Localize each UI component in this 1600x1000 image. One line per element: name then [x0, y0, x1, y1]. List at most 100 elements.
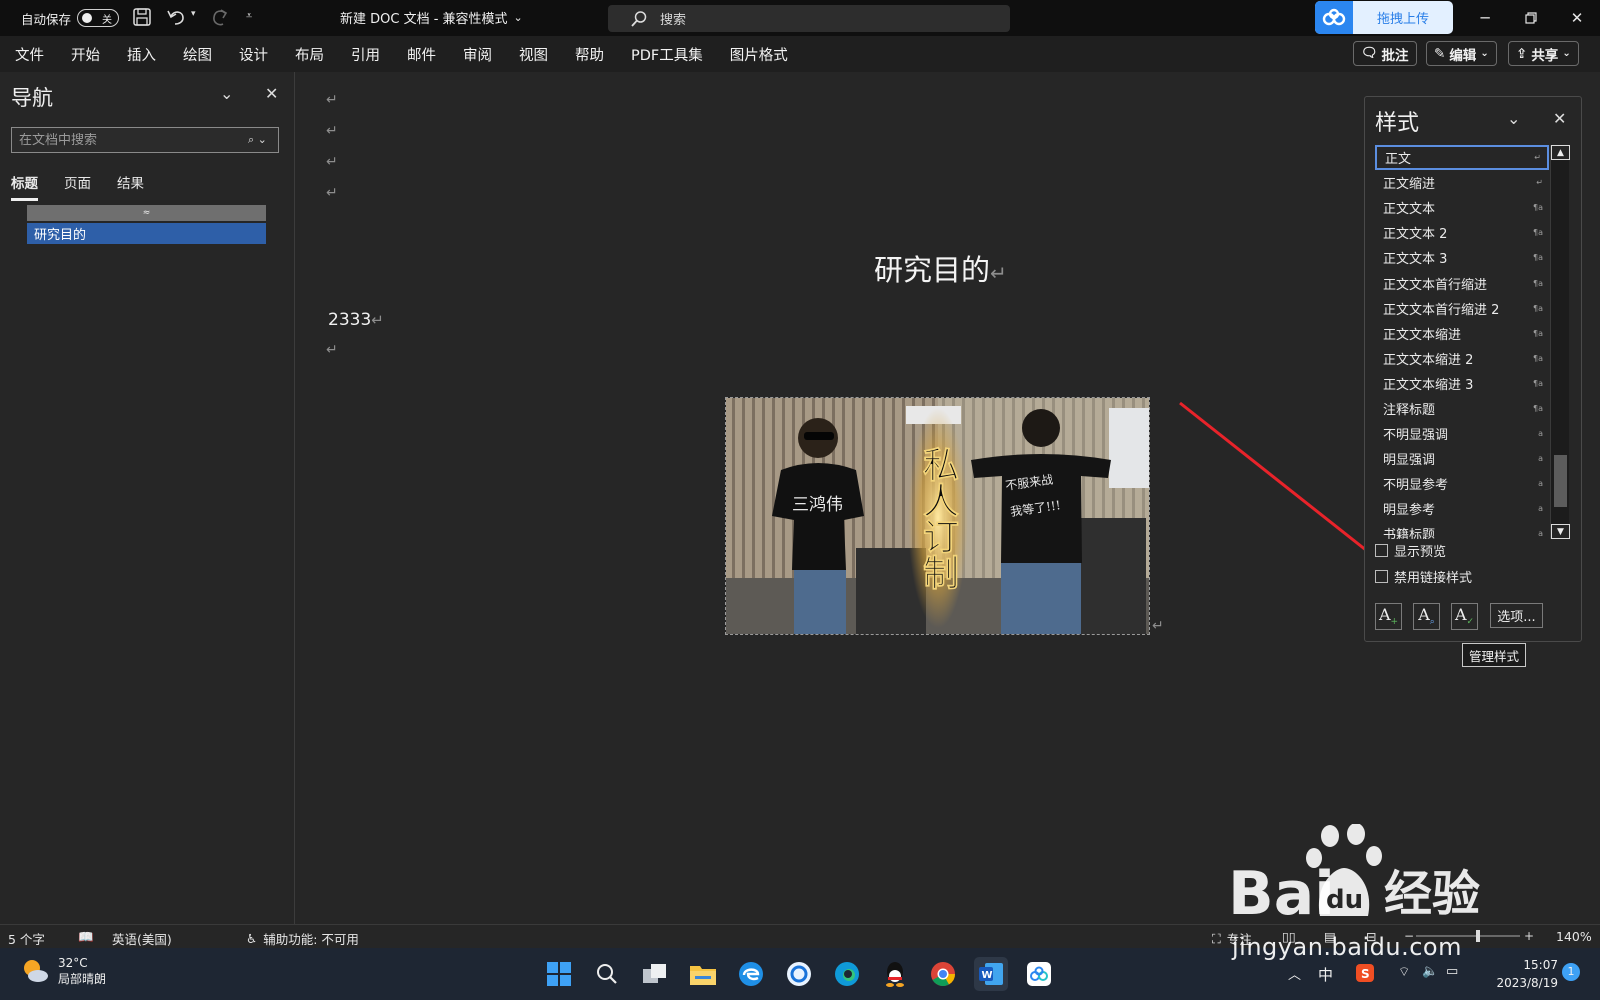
- style-type-icon: a: [1538, 504, 1543, 514]
- proofing-icon[interactable]: 📖: [78, 929, 94, 945]
- new-style-icon: A+: [1378, 605, 1399, 628]
- svg-text:S: S: [1361, 967, 1370, 981]
- focus-label: 专注: [1226, 932, 1252, 947]
- word-count[interactable]: 5 个字: [8, 929, 45, 948]
- new-style-button[interactable]: A+: [1375, 603, 1402, 630]
- options-button[interactable]: 选项...: [1490, 603, 1543, 628]
- styles-pane: 样式 ⌄ ✕ 正文 ↵ 正文缩进 ↵ 正文文本 ¶a 正文文本 2 ¶a 正文文本 3 ¶…: [1364, 96, 1582, 642]
- style-name: 正文缩进: [1383, 177, 1436, 193]
- style-item[interactable]: 正文文本缩进 2 ¶a: [1375, 346, 1549, 371]
- svg-text:+: +: [1524, 929, 1534, 943]
- style-item[interactable]: 正文文本缩进 ¶a: [1375, 321, 1549, 346]
- checkbox-box[interactable]: [1375, 570, 1388, 583]
- style-item[interactable]: 正文文本缩进 3 ¶a: [1375, 371, 1549, 396]
- windows-start-icon[interactable]: [542, 957, 576, 991]
- volume-icon[interactable]: 🔈: [1422, 964, 1438, 979]
- style-item[interactable]: 正文文本首行缩进 2 ¶a: [1375, 296, 1549, 321]
- taskbar: 32°C 局部晴朗 W ︿ 中 S ⌔ 🔈 ▭ 15:07 2023/8/19 1: [0, 948, 1600, 1000]
- input-method[interactable]: 中: [1318, 964, 1333, 985]
- edge-browser-icon[interactable]: [830, 957, 864, 991]
- chrome-icon[interactable]: [926, 957, 960, 991]
- style-item[interactable]: 正文文本 3 ¶a: [1375, 245, 1549, 270]
- style-inspector-icon: A⌕: [1418, 605, 1435, 628]
- pane-options-icon[interactable]: ⌄: [1507, 109, 1520, 128]
- baidu-netdisk-icon[interactable]: [1022, 957, 1056, 991]
- style-item[interactable]: 正文文本 ¶a: [1375, 195, 1549, 220]
- zoom-level[interactable]: 140%: [1556, 929, 1592, 944]
- status-bar: 5 个字 📖 英语(美国) ♿ 辅助功能: 不可用 ⛶ 专注 ▯▯ ▤ ⊟ − + 1…: [0, 924, 1600, 948]
- show-preview-checkbox[interactable]: 显示预览: [1375, 541, 1446, 560]
- style-item[interactable]: 不明显强调 a: [1375, 421, 1549, 446]
- zoom-slider[interactable]: − +: [1404, 929, 1534, 943]
- svg-text:W: W: [982, 970, 993, 981]
- language-indicator[interactable]: 英语(美国): [112, 929, 172, 948]
- partly-sunny-icon: [24, 960, 48, 982]
- style-item[interactable]: 明显参考 a: [1375, 496, 1549, 521]
- show-hidden-icons[interactable]: ︿: [1288, 964, 1301, 983]
- edge-legacy-icon[interactable]: [734, 957, 768, 991]
- styles-list[interactable]: 正文 ↵ 正文缩进 ↵ 正文文本 ¶a 正文文本 2 ¶a 正文文本 3 ¶a 正文文本首…: [1375, 145, 1549, 539]
- style-item[interactable]: 正文缩进 ↵: [1375, 170, 1549, 195]
- focus-mode-button[interactable]: ⛶ 专注: [1212, 929, 1252, 948]
- style-name: 正文文本: [1383, 202, 1436, 218]
- style-type-icon: a: [1538, 429, 1543, 439]
- style-name: 明显参考: [1383, 503, 1436, 519]
- scroll-down-icon[interactable]: ▼: [1551, 524, 1570, 539]
- sogou-ime-icon[interactable]: S: [1356, 964, 1374, 986]
- scroll-thumb[interactable]: [1554, 455, 1567, 507]
- file-explorer-icon[interactable]: [686, 957, 720, 991]
- accessibility-icon: ♿: [246, 931, 258, 946]
- clock[interactable]: 15:07 2023/8/19: [1490, 956, 1558, 992]
- task-view-icon[interactable]: [638, 957, 672, 991]
- style-type-icon: ¶a: [1533, 303, 1543, 313]
- manage-styles-button[interactable]: A✓: [1451, 603, 1478, 630]
- style-item[interactable]: 正文 ↵: [1375, 145, 1549, 171]
- style-type-icon: a: [1538, 479, 1543, 489]
- style-item[interactable]: 明显强调 a: [1375, 446, 1549, 471]
- manage-styles-tooltip: 管理样式: [1462, 643, 1527, 667]
- style-name: 正文文本 3: [1383, 252, 1448, 268]
- accessibility-status[interactable]: ♿ 辅助功能: 不可用: [246, 929, 359, 948]
- styles-title: 样式: [1375, 111, 1420, 136]
- checkbox-box[interactable]: [1375, 544, 1388, 557]
- date: 2023/8/19: [1496, 976, 1558, 990]
- styles-scrollbar[interactable]: ▲ ▼: [1550, 145, 1570, 539]
- style-item[interactable]: 注释标题 ¶a: [1375, 396, 1549, 421]
- chat-app-icon[interactable]: [782, 957, 816, 991]
- notification-badge[interactable]: 1: [1562, 963, 1580, 981]
- close-icon[interactable]: ✕: [1553, 109, 1566, 128]
- style-type-icon: ¶a: [1533, 403, 1543, 413]
- style-name: 明显强调: [1383, 453, 1436, 469]
- disable-linked-styles-checkbox[interactable]: 禁用链接样式: [1375, 567, 1472, 586]
- word-app-icon[interactable]: W: [974, 957, 1008, 991]
- qq-icon[interactable]: [878, 957, 912, 991]
- style-name: 书籍标题: [1383, 528, 1436, 539]
- time: 15:07: [1523, 958, 1558, 972]
- style-item[interactable]: 正文文本首行缩进 ¶a: [1375, 270, 1549, 295]
- style-item[interactable]: 书籍标题 a: [1375, 521, 1549, 539]
- focus-icon: ⛶: [1212, 930, 1221, 946]
- wifi-icon[interactable]: ⌔: [1398, 964, 1410, 980]
- style-name: 正文文本首行缩进: [1383, 277, 1488, 293]
- disable-linked-label: 禁用链接样式: [1394, 571, 1473, 586]
- battery-icon[interactable]: ▭: [1446, 964, 1458, 979]
- style-item[interactable]: 正文文本 2 ¶a: [1375, 220, 1549, 245]
- style-name: 正文: [1385, 152, 1412, 168]
- style-type-icon: ↵: [1536, 178, 1543, 188]
- web-layout-icon[interactable]: ⊟: [1366, 929, 1376, 944]
- weather-widget[interactable]: 32°C 局部晴朗: [20, 955, 106, 987]
- weather-condition: 局部晴朗: [58, 972, 107, 986]
- style-name: 正文文本缩进 3: [1383, 377, 1474, 393]
- style-name: 不明显参考: [1383, 478, 1449, 494]
- scroll-up-icon[interactable]: ▲: [1551, 145, 1570, 160]
- style-name: 不明显强调: [1383, 428, 1449, 444]
- print-layout-icon[interactable]: ▤: [1324, 929, 1336, 944]
- read-mode-icon[interactable]: ▯▯: [1282, 929, 1296, 944]
- search-icon[interactable]: [590, 957, 624, 991]
- style-type-icon: ¶a: [1533, 353, 1543, 363]
- style-name: 正文文本缩进: [1383, 327, 1462, 343]
- style-inspector-button[interactable]: A⌕: [1413, 603, 1440, 630]
- style-type-icon: ↵: [1534, 153, 1541, 163]
- style-item[interactable]: 不明显参考 a: [1375, 471, 1549, 496]
- style-type-icon: ¶a: [1533, 378, 1543, 388]
